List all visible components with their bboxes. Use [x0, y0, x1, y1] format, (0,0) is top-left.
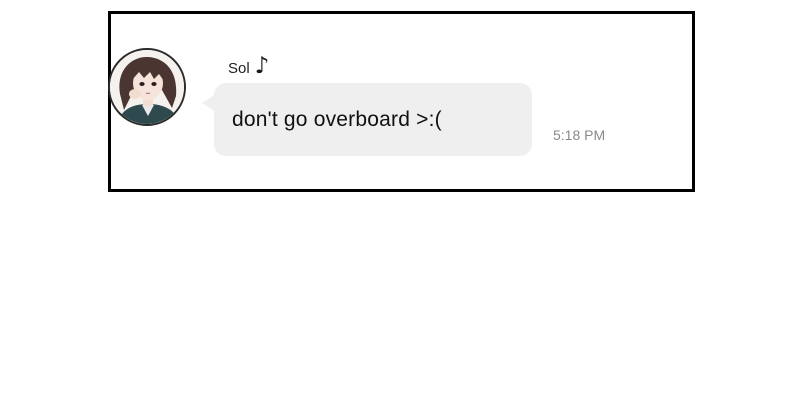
music-note-icon: ♪ — [254, 53, 270, 79]
message-text: don't go overboard >:( — [232, 107, 442, 131]
message-timestamp: 5:18 PM — [553, 127, 606, 143]
message-bubble[interactable]: don't go overboard >:( — [214, 83, 532, 156]
avatar[interactable] — [108, 48, 186, 126]
chat-message-panel: Sol ♪ don't go overboard >:( 5:18 PM — [108, 11, 695, 192]
sender-name: Sol — [228, 60, 250, 77]
sender-header: Sol ♪ — [228, 52, 269, 78]
avatar-portrait — [110, 50, 184, 124]
